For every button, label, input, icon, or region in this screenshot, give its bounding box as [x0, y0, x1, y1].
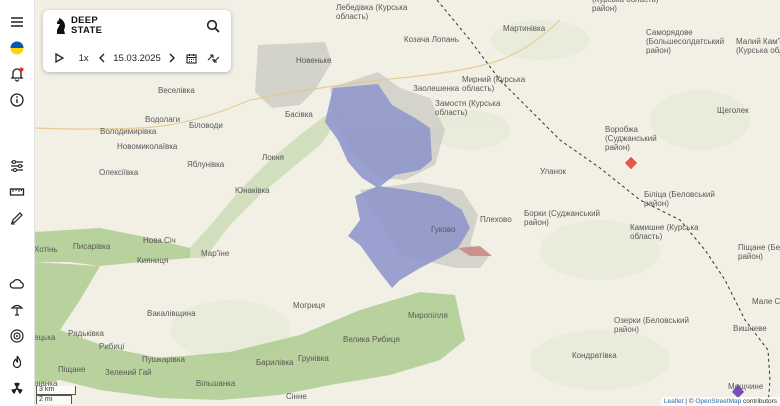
place-label: Плехово	[480, 215, 512, 224]
play-button[interactable]	[53, 53, 67, 63]
notifications-icon[interactable]	[5, 63, 29, 85]
place-label: Мартинівка	[503, 24, 546, 33]
place-label: Грунівка	[298, 354, 329, 363]
compare-arrows-icon	[207, 53, 220, 63]
timeline-panel: DEEP STATE 1x 15.03.2025	[43, 10, 231, 72]
explosion-icon[interactable]	[5, 299, 29, 321]
place-label: Могриця	[293, 301, 325, 310]
calendar-button[interactable]	[182, 53, 202, 64]
map-scale: 3 km 2 mi	[36, 386, 76, 404]
place-label: Мощчине	[728, 382, 764, 391]
attribution-contributors: contributors	[741, 398, 777, 405]
place-label: Нова Січ	[143, 236, 176, 245]
attribution-separator: | ©	[683, 398, 696, 405]
place-label: Вакалівщина	[147, 309, 196, 318]
place-label: Мале Сол	[752, 297, 780, 306]
place-label: Веселівка	[158, 86, 195, 95]
place-label: Уланок	[540, 167, 567, 176]
place-label: Біловоди	[189, 121, 223, 130]
chevron-right-icon	[169, 53, 175, 63]
place-label: Барилівка	[256, 358, 294, 367]
place-label: Козача Лопань	[404, 35, 459, 44]
place-label: Пушкарівка	[142, 355, 185, 364]
date-display[interactable]: 15.03.2025	[108, 53, 165, 64]
place-label: Велика Рибиця	[343, 335, 400, 344]
scale-mi: 2 mi	[36, 395, 72, 404]
place-label: Сінне	[286, 392, 307, 401]
scale-km: 3 km	[36, 386, 76, 395]
place-label: Локня	[262, 153, 284, 162]
place-label: Мар'їне	[201, 249, 230, 258]
deepstate-logo[interactable]: DEEP STATE	[55, 16, 102, 36]
compare-button[interactable]	[203, 53, 223, 64]
play-icon	[55, 53, 65, 63]
place-label: Яблунівка	[187, 160, 225, 169]
place-label: Миропілля	[408, 311, 448, 320]
next-day-button[interactable]	[166, 53, 178, 63]
weather-icon[interactable]	[5, 273, 29, 295]
ukraine-flag-icon[interactable]	[5, 37, 29, 59]
osm-link[interactable]: OpenStreetMap	[695, 398, 741, 405]
place-label: Олексіївка	[99, 168, 139, 177]
place-label: Рибиці	[99, 342, 124, 351]
place-label: Кондратівка	[572, 351, 617, 360]
place-label: Вільшанка	[196, 379, 236, 388]
place-label: Водолаги	[145, 115, 180, 124]
place-label: Щеголек	[717, 106, 749, 115]
attribution: Leaflet | © OpenStreetMap contributors	[660, 397, 780, 406]
place-label: Писарівка	[73, 242, 111, 251]
place-label: Новеньке	[296, 56, 332, 65]
sidebar	[0, 0, 35, 406]
place-label: Володимирівка	[100, 127, 157, 136]
leaflet-link[interactable]: Leaflet	[664, 398, 684, 405]
chess-knight-icon	[57, 18, 65, 34]
calendar-icon	[186, 53, 197, 64]
logo-line2: STATE	[71, 25, 103, 36]
place-label: Заолешенка	[413, 84, 460, 93]
place-label: Басівка	[285, 110, 313, 119]
fire-icon[interactable]	[5, 351, 29, 373]
radiation-icon[interactable]	[5, 377, 29, 399]
draw-icon[interactable]	[5, 207, 29, 229]
ruler-icon[interactable]	[5, 181, 29, 203]
place-label: Кияниця	[137, 256, 168, 265]
place-label: Вишневе	[733, 324, 767, 333]
prev-day-button[interactable]	[97, 53, 109, 63]
place-label: Малий Кам'ї(Курська обла	[736, 37, 780, 55]
search-icon[interactable]	[205, 18, 221, 34]
speed-button[interactable]: 1x	[71, 53, 97, 64]
timeline-controls: 1x 15.03.2025	[53, 50, 223, 66]
place-label: Радьківка	[68, 329, 105, 338]
info-icon[interactable]	[5, 89, 29, 111]
menu-icon[interactable]	[5, 11, 29, 33]
place-label: Новомиколаївка	[117, 142, 178, 151]
place-label: ецька	[34, 333, 56, 342]
place-label: Гуково	[431, 225, 456, 234]
chevron-left-icon	[99, 53, 105, 63]
filters-icon[interactable]	[5, 155, 29, 177]
place-label: Юнаківка	[235, 186, 270, 195]
place-label: Зелений Гай	[105, 368, 152, 377]
place-label: Хотінь	[34, 245, 58, 254]
target-icon[interactable]	[5, 325, 29, 347]
place-label: Піщане	[58, 365, 86, 374]
